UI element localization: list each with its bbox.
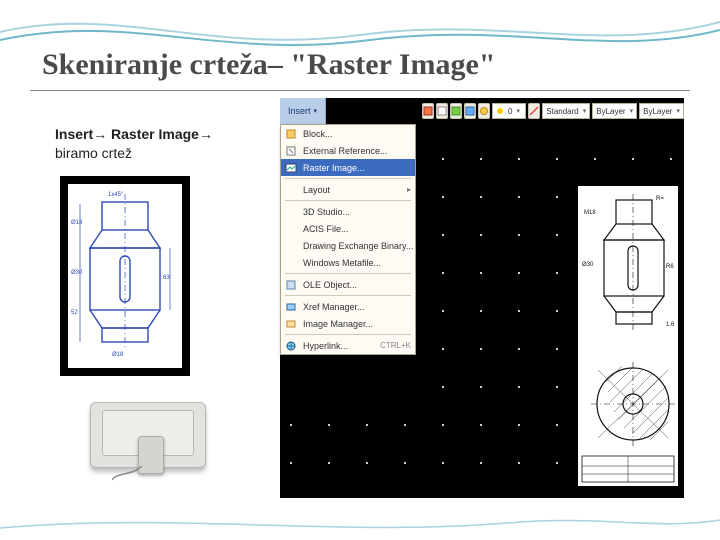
dim-label: 1x45°: [108, 192, 124, 198]
svg-text:R=: R=: [656, 196, 664, 202]
toolbar-button[interactable]: [436, 103, 448, 119]
left-drawing-paper: 1x45° Ø18 Ø30 63 52 Ø18: [68, 184, 182, 368]
menu-item-block[interactable]: Block...: [281, 125, 415, 142]
scanner-photo: [84, 392, 212, 482]
block-icon: [284, 127, 298, 141]
svg-text:R6: R6: [666, 264, 674, 270]
menu-item-imgmgr[interactable]: Image Manager...: [281, 315, 415, 332]
toolbar-button[interactable]: [478, 103, 490, 119]
color-selector[interactable]: ByLayer▾: [592, 103, 637, 119]
decorative-wave-bottom: [0, 510, 720, 540]
toolbar-button[interactable]: [528, 103, 540, 119]
svg-text:1.6: 1.6: [666, 322, 675, 328]
right-drawing-paper: R= M18 Ø30 R6 1.6: [578, 186, 678, 486]
menu-separator: [285, 178, 411, 179]
menu-separator: [285, 200, 411, 201]
layer-selector[interactable]: 0▾: [492, 103, 526, 119]
menu-separator: [285, 273, 411, 274]
menu-separator: [285, 334, 411, 335]
menu-item-layout[interactable]: Layout▸: [281, 181, 415, 198]
dim-label: 52: [71, 310, 78, 316]
menu-item-xrefmgr[interactable]: Xref Manager...: [281, 298, 415, 315]
ole-icon: [284, 278, 298, 292]
menu-item-raster-image[interactable]: Raster Image...: [281, 159, 415, 176]
submenu-arrow-icon: ▸: [407, 185, 411, 194]
insert-menu-dropdown: Block... External Reference... Raster Im…: [280, 124, 416, 355]
svg-text:Ø30: Ø30: [582, 262, 594, 268]
raster-icon: [284, 161, 298, 175]
menu-item-acis[interactable]: ACIS File...: [281, 220, 415, 237]
dim-label: Ø30: [71, 270, 83, 276]
menu-item-extref[interactable]: External Reference...: [281, 142, 415, 159]
menu-separator: [285, 295, 411, 296]
dim-label: Ø18: [112, 352, 124, 358]
chevron-down-icon: ▾: [314, 107, 318, 115]
cad-screenshot: Insert ▾ 0▾ Standard▾ ByLayer▾ ByLayer▾ …: [280, 98, 684, 498]
dim-label: Ø18: [71, 220, 83, 226]
menu-item-3dstudio[interactable]: 3D Studio...: [281, 203, 415, 220]
xrefmgr-icon: [284, 300, 298, 314]
menu-item-dxb[interactable]: Drawing Exchange Binary...: [281, 237, 415, 254]
globe-icon: [284, 339, 298, 353]
svg-text:M18: M18: [584, 210, 596, 216]
right-drawing-svg: R= M18 Ø30 R6 1.6: [578, 186, 678, 486]
toolbar-button[interactable]: [464, 103, 476, 119]
left-drawing-panel: 1x45° Ø18 Ø30 63 52 Ø18: [60, 176, 190, 376]
style-selector[interactable]: Standard▾: [542, 103, 590, 119]
extref-icon: [284, 144, 298, 158]
toolbar-row: 0▾ Standard▾ ByLayer▾ ByLayer▾: [416, 98, 684, 124]
menu-item-hyperlink[interactable]: Hyperlink... CTRL+K: [281, 337, 415, 354]
slide-title: Skeniranje crteža– "Raster Image": [42, 48, 495, 82]
imgmgr-icon: [284, 317, 298, 331]
linetype-selector[interactable]: ByLayer▾: [639, 103, 684, 119]
title-underline: [30, 90, 690, 91]
dim-label: 63: [163, 275, 170, 281]
left-drawing-svg: 1x45° Ø18 Ø30 63 52 Ø18: [68, 184, 182, 368]
menu-item-ole[interactable]: OLE Object...: [281, 276, 415, 293]
instruction-text: Insert→ Raster Image→ biramo crtež: [55, 125, 213, 163]
toolbar-button[interactable]: [450, 103, 462, 119]
toolbar-button[interactable]: [422, 103, 434, 119]
menu-button-insert[interactable]: Insert ▾: [280, 98, 326, 124]
menu-item-wmf[interactable]: Windows Metafile...: [281, 254, 415, 271]
